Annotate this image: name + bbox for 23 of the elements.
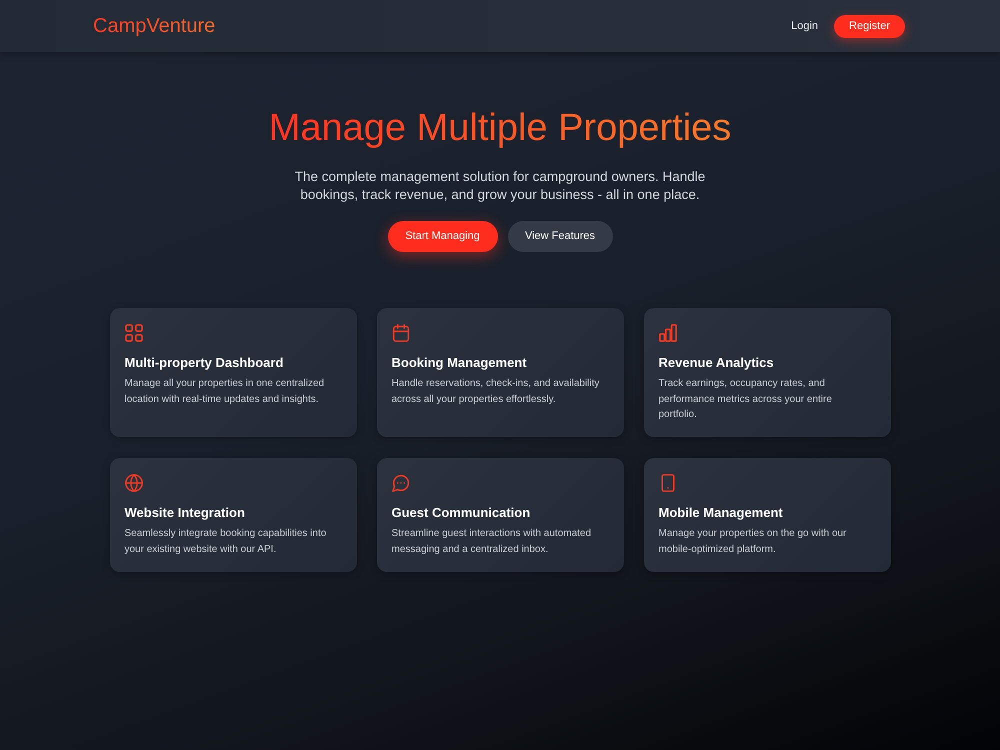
- feature-description: Track earnings, occupancy rates, and performance metrics across your entire portfolio.: [658, 377, 833, 422]
- phone-icon: [658, 474, 676, 492]
- feature-title: Mobile Management: [658, 504, 784, 522]
- calendar-icon: [392, 324, 410, 342]
- feature-title: Revenue Analytics: [658, 354, 775, 372]
- feature-title: Guest Communication: [392, 504, 532, 522]
- grid-icon: [124, 324, 142, 342]
- feature-description: Seamlessly integrate booking capabilities into your existing website with our API.: [124, 527, 328, 556]
- login-link[interactable]: Login: [787, 18, 822, 34]
- view-features-button[interactable]: View Features: [508, 221, 612, 252]
- register-button[interactable]: Register: [834, 14, 905, 38]
- feature-title: Booking Management: [392, 354, 528, 372]
- globe-icon: [124, 474, 142, 492]
- feature-description: Handle reservations, check-ins, and availability across all your properties effortlessly.: [392, 377, 600, 406]
- start-managing-button[interactable]: Start Managing: [388, 221, 498, 252]
- chat-bubble-icon: [392, 474, 410, 492]
- feature-title: Website Integration: [124, 504, 246, 522]
- bar-chart-icon: [658, 324, 676, 342]
- feature-title: Multi-property Dashboard: [124, 354, 284, 372]
- feature-description: Manage all your properties in one centralized location with real-time updates and insights.: [124, 377, 326, 406]
- feature-description: Streamline guest interactions with automated messaging and a centralized inbox.: [392, 527, 592, 556]
- feature-description: Manage your properties on the go with our mobile-optimized platform.: [658, 527, 848, 556]
- hero-subtitle: The complete management solution for campground owners. Handle bookings, track revenue, and grow your business - all in one place.: [294, 168, 706, 204]
